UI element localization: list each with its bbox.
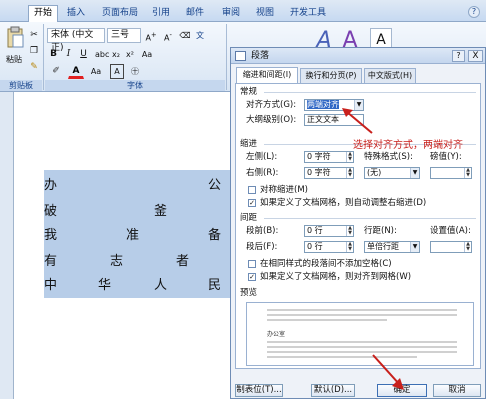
- annotation-arrows: [342, 108, 404, 390]
- arrowhead: [392, 378, 404, 390]
- annotation-label: 选择对齐方式，两端对齐: [353, 140, 463, 151]
- arrow-to-ok: [372, 354, 401, 386]
- arrow-to-alignment: [346, 111, 373, 134]
